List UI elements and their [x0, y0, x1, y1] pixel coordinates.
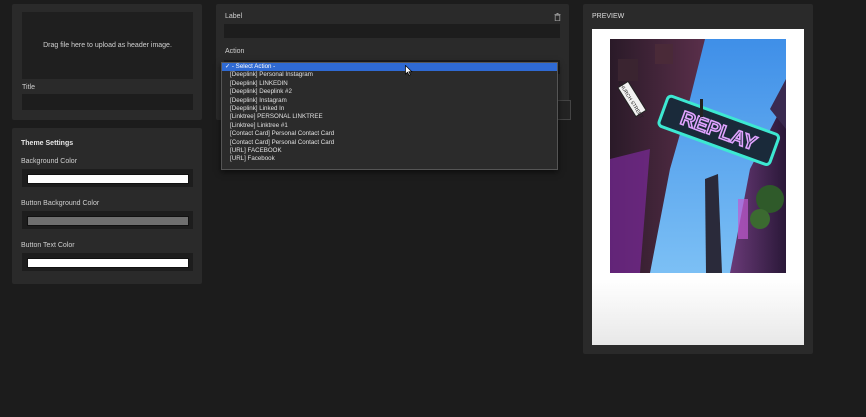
title-input[interactable] [22, 94, 193, 110]
dropdown-option[interactable]: [Linktree] Linktree #1 [222, 122, 557, 130]
dropdown-option[interactable]: [Deeplink] Deeplink #2 [222, 88, 557, 96]
phone-preview: CHURCH STREET REPLAY [592, 29, 804, 345]
theme-settings-panel: Theme Settings Background Color Button B… [12, 128, 202, 284]
theme-settings-heading: Theme Settings [21, 140, 74, 147]
dropdown-option[interactable]: [Contact Card] Personal Contact Card [222, 130, 557, 138]
preview-heading: PREVIEW [592, 13, 625, 20]
preview-panel: PREVIEW CHURCH STREET REPLAY [583, 4, 813, 354]
button-background-color-picker[interactable] [22, 211, 193, 229]
dropdown-option[interactable]: [URL] FACEBOOK [222, 147, 557, 155]
header-image: CHURCH STREET REPLAY [610, 39, 786, 273]
title-label: Title [22, 84, 35, 91]
dropdown-option-selected[interactable]: ✓ - Select Action - [222, 63, 557, 72]
button-text-color-label: Button Text Color [21, 242, 75, 249]
background-color-label: Background Color [21, 158, 78, 165]
button-text-color-picker[interactable] [22, 253, 193, 271]
action-dropdown-list[interactable]: ✓ - Select Action - [Deeplink] Personal … [221, 62, 558, 170]
dropdown-option[interactable]: [Deeplink] Linked In [222, 105, 557, 113]
check-icon: ✓ [225, 63, 232, 70]
mouse-pointer-icon [405, 63, 413, 76]
dropzone-text: Drag file here to upload as header image… [43, 42, 172, 49]
dropdown-option[interactable]: [URL] Facebook [222, 155, 557, 163]
button-background-color-label: Button Background Color [21, 200, 100, 207]
trash-icon[interactable] [554, 13, 561, 22]
button-text-color-swatch[interactable] [27, 258, 189, 268]
dropdown-option[interactable]: [Deeplink] LINKEDIN [222, 80, 557, 88]
dropdown-option[interactable]: [Deeplink] Personal Instagram [222, 71, 557, 79]
phone-content-area [592, 279, 804, 345]
dropdown-option[interactable]: [Linktree] PERSONAL LINKTREE [222, 113, 557, 121]
header-upload-panel: Drag file here to upload as header image… [12, 4, 202, 120]
label-input[interactable] [224, 24, 560, 38]
dropdown-option[interactable]: [Deeplink] Instagram [222, 97, 557, 105]
background-color-picker[interactable] [22, 169, 193, 187]
dropdown-option[interactable]: [Contact Card] Personal Contact Card [222, 139, 557, 147]
action-field-label: Action [225, 48, 245, 55]
background-color-swatch[interactable] [27, 174, 189, 184]
button-background-color-swatch[interactable] [27, 216, 189, 226]
header-image-dropzone[interactable]: Drag file here to upload as header image… [22, 12, 193, 79]
label-field-label: Label [225, 13, 243, 20]
